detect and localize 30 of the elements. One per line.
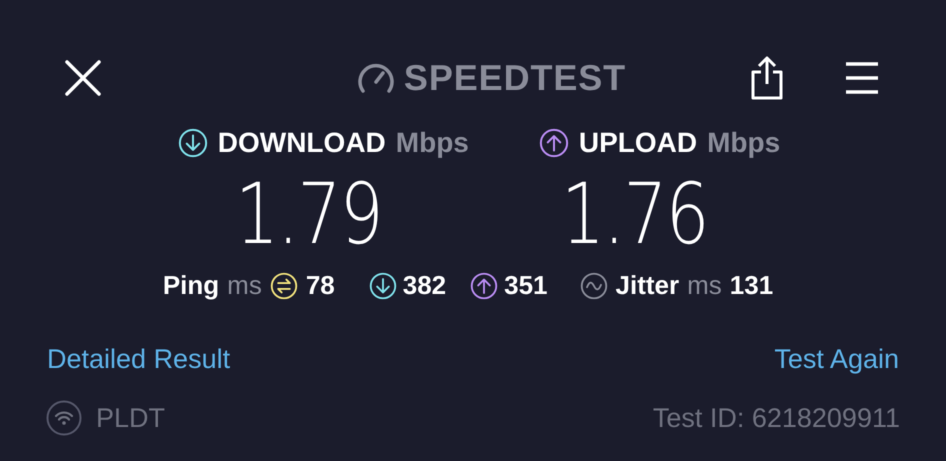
ping-value: 78: [306, 269, 335, 302]
metric-unit: Mbps: [707, 126, 780, 160]
provider-name: PLDT: [96, 402, 166, 434]
download-latency: 382: [402, 269, 446, 302]
jitter-unit: ms: [687, 269, 722, 302]
close-icon[interactable]: [64, 59, 102, 97]
app-title: SPEEDTEST: [404, 56, 626, 100]
upload-icon: [538, 128, 569, 158]
gauge-icon: [356, 61, 396, 95]
metric-unit: Mbps: [396, 126, 469, 160]
metric-value: 1.79: [234, 172, 382, 256]
jitter-value: 131: [730, 269, 774, 302]
metric-label: DOWNLOAD: [218, 126, 386, 160]
upload-icon: [470, 272, 498, 300]
test-again-link[interactable]: Test Again: [774, 339, 899, 380]
test-id: Test ID: 6218209911: [652, 402, 900, 434]
download-icon: [368, 272, 397, 300]
metric-value: 1.76: [561, 172, 708, 256]
ping-icon: [270, 272, 298, 300]
wave-icon: [580, 272, 608, 300]
detailed-result-link[interactable]: Detailed Result: [47, 339, 230, 380]
metric-label: UPLOAD: [578, 126, 698, 160]
wifi-icon: [46, 400, 82, 436]
share-icon[interactable]: [750, 56, 784, 100]
download-icon: [178, 128, 208, 158]
upload-latency: 351: [504, 269, 548, 302]
jitter-label: Jitter: [616, 269, 680, 302]
ping-label: Ping: [162, 269, 220, 302]
ping-unit: ms: [227, 269, 262, 302]
menu-icon[interactable]: [844, 61, 880, 95]
